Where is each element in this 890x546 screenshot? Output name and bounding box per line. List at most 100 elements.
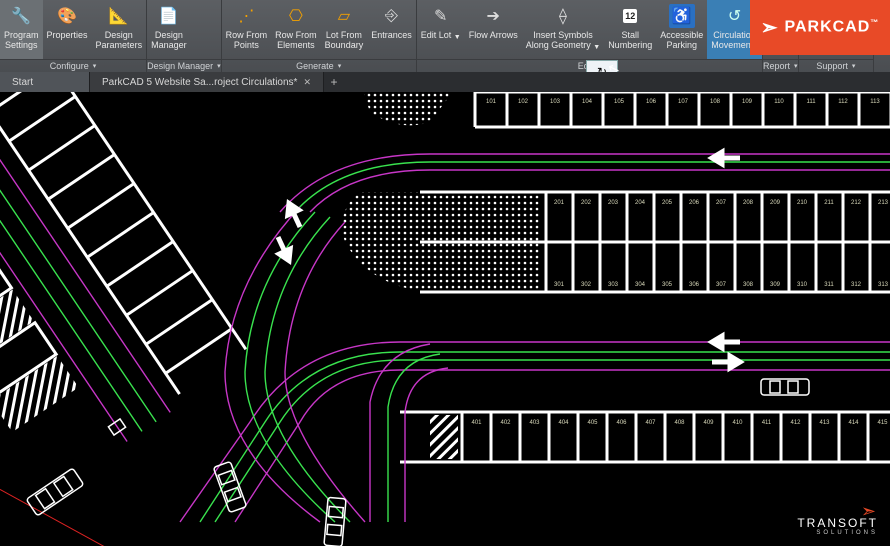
drawing-canvas[interactable]: 101102103104105106107108109110111112113 … <box>0 92 890 546</box>
row-from-elements-label: Row From Elements <box>275 30 317 50</box>
stall-numbering-button[interactable]: 12Stall Numbering <box>604 0 656 59</box>
svg-text:109: 109 <box>742 99 753 105</box>
panel-title-generate: Generate ▾ <box>222 59 416 72</box>
svg-text:406: 406 <box>616 420 627 426</box>
svg-text:413: 413 <box>819 420 830 426</box>
tab-document-label: ParkCAD 5 Website Sa...roject Circulatio… <box>102 77 297 88</box>
edit-lot-label: Edit Lot ▼ <box>421 30 461 42</box>
entrances-label: Entrances <box>371 30 412 40</box>
lot-from-boundary-label: Lot From Boundary <box>325 30 364 50</box>
brand-transoft: ➣ TRANSOFT SOLUTIONS <box>797 506 878 536</box>
svg-text:401: 401 <box>471 420 482 426</box>
svg-text:411: 411 <box>762 420 772 426</box>
svg-text:403: 403 <box>529 420 540 426</box>
edit-lot-button[interactable]: ✎ Edit Lot ▼ <box>417 0 465 59</box>
lot-from-boundary-icon: ▱ <box>332 4 356 28</box>
svg-text:402: 402 <box>500 420 511 426</box>
svg-text:410: 410 <box>732 420 743 426</box>
program-settings-label: Program Settings <box>4 30 39 50</box>
flow-arrows-label: Flow Arrows <box>469 30 518 40</box>
svg-text:212: 212 <box>851 200 862 206</box>
svg-text:409: 409 <box>703 420 714 426</box>
design-parameters-icon: 📐 <box>107 4 131 28</box>
svg-text:303: 303 <box>608 282 619 288</box>
svg-text:312: 312 <box>851 282 862 288</box>
program-settings-button[interactable]: 🔧Program Settings <box>0 0 43 59</box>
svg-text:203: 203 <box>608 200 619 206</box>
brand-parkcad: ➣ PARKCAD™ <box>750 0 890 55</box>
program-settings-icon: 🔧 <box>9 4 33 28</box>
flow-arrows-button[interactable]: ➔Flow Arrows <box>465 0 522 59</box>
svg-text:302: 302 <box>581 282 592 288</box>
svg-text:306: 306 <box>689 282 700 288</box>
svg-text:204: 204 <box>635 200 646 206</box>
row-from-points-icon: ⋰ <box>234 4 258 28</box>
svg-text:102: 102 <box>518 99 529 105</box>
document-tabbar: Start ParkCAD 5 Website Sa...roject Circ… <box>0 72 890 92</box>
svg-text:404: 404 <box>558 420 569 426</box>
svg-text:101: 101 <box>486 99 497 105</box>
design-manager-icon: 📄 <box>157 4 181 28</box>
svg-text:310: 310 <box>797 282 808 288</box>
svg-text:202: 202 <box>581 200 592 206</box>
panel-title-configure: Configure ▾ <box>0 59 146 72</box>
stall-numbering-icon: 12 <box>618 4 642 28</box>
tab-start[interactable]: Start <box>0 72 90 92</box>
accessible-parking-button[interactable]: ♿Accessible Parking <box>656 0 707 59</box>
design-parameters-button[interactable]: 📐Design Parameters <box>92 0 147 59</box>
svg-text:307: 307 <box>716 282 727 288</box>
svg-text:414: 414 <box>848 420 859 426</box>
insert-symbols-label: Insert Symbols Along Geometry ▼ <box>526 30 600 52</box>
brand-company-sub: SOLUTIONS <box>797 530 878 536</box>
svg-text:209: 209 <box>770 200 781 206</box>
svg-text:309: 309 <box>770 282 781 288</box>
svg-text:213: 213 <box>878 200 889 206</box>
svg-text:207: 207 <box>716 200 727 206</box>
accessible-parking-icon: ♿ <box>670 4 694 28</box>
tab-close-icon[interactable]: ✕ <box>303 77 311 88</box>
tab-document[interactable]: ParkCAD 5 Website Sa...roject Circulatio… <box>90 72 324 92</box>
svg-text:110: 110 <box>774 99 784 105</box>
panel-title-report: Report ▾ <box>763 59 798 72</box>
svg-text:206: 206 <box>689 200 700 206</box>
insert-symbols-button[interactable]: ⟠Insert Symbols Along Geometry ▼ <box>522 0 604 59</box>
svg-text:107: 107 <box>678 99 689 105</box>
row-from-elements-button[interactable]: ⎔Row From Elements <box>271 0 321 59</box>
svg-text:112: 112 <box>838 99 848 105</box>
svg-text:407: 407 <box>645 420 656 426</box>
svg-text:305: 305 <box>662 282 673 288</box>
svg-text:405: 405 <box>587 420 598 426</box>
svg-text:111: 111 <box>806 99 816 105</box>
design-manager-button[interactable]: 📄Design Manager <box>147 0 191 59</box>
properties-button[interactable]: 🎨Properties <box>43 0 92 59</box>
edit-lot-icon: ✎ <box>429 4 453 28</box>
design-parameters-label: Design Parameters <box>96 30 143 50</box>
svg-text:301: 301 <box>554 282 565 288</box>
properties-icon: 🎨 <box>55 4 79 28</box>
svg-text:104: 104 <box>582 99 593 105</box>
svg-text:205: 205 <box>662 200 673 206</box>
svg-text:211: 211 <box>824 200 834 206</box>
brand-tm: ™ <box>870 18 879 27</box>
entrances-button[interactable]: ⎆ Entrances <box>367 0 416 59</box>
svg-text:408: 408 <box>674 420 685 426</box>
entrances-icon: ⎆ <box>379 4 403 28</box>
svg-text:113: 113 <box>870 99 880 105</box>
svg-text:412: 412 <box>790 420 801 426</box>
svg-text:208: 208 <box>743 200 754 206</box>
row-from-points-button[interactable]: ⋰Row From Points <box>222 0 272 59</box>
lot-from-boundary-button[interactable]: ▱Lot From Boundary <box>321 0 368 59</box>
svg-text:311: 311 <box>824 282 834 288</box>
svg-text:106: 106 <box>646 99 657 105</box>
panel-title-support: Support ▾ <box>799 59 873 72</box>
brand-company: TRANSOFT <box>797 516 878 530</box>
stall-numbering-label: Stall Numbering <box>608 30 652 50</box>
insert-symbols-icon: ⟠ <box>551 4 575 28</box>
island-top <box>360 92 460 125</box>
svg-text:105: 105 <box>614 99 625 105</box>
row-from-points-label: Row From Points <box>226 30 268 50</box>
circulation-movements-icon: ↺ <box>723 4 747 28</box>
tab-add-button[interactable]: + <box>324 72 344 92</box>
svg-text:210: 210 <box>797 200 808 206</box>
panel-title-design-manager: Design Manager ▾ <box>147 59 221 72</box>
